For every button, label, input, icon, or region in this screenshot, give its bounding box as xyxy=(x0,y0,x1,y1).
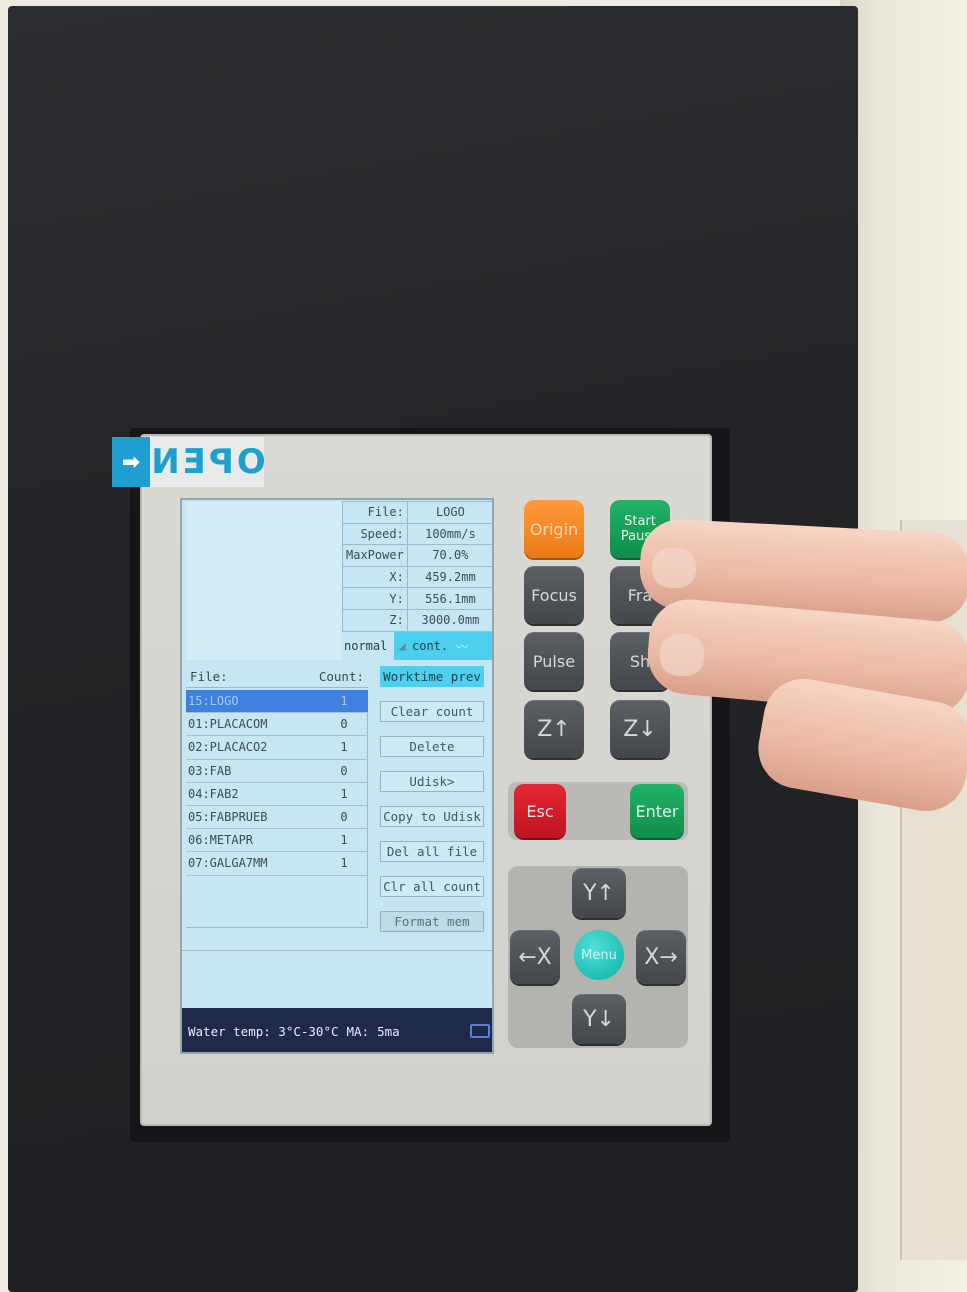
ma-value: 5ma xyxy=(377,1023,400,1039)
file-count: 0 xyxy=(340,717,348,732)
origin-button[interactable]: Origin xyxy=(524,500,584,558)
file-name: 05:FABPRUEB xyxy=(188,810,268,825)
lcd-divider xyxy=(182,950,492,951)
mode-status-row: normal ◢ cont. 〰 xyxy=(342,632,492,660)
file-count: 1 xyxy=(340,833,348,848)
mode-cont-label: cont. xyxy=(412,639,449,653)
wave-icon: 〰 xyxy=(456,639,469,654)
info-value: 556.1mm xyxy=(406,587,492,610)
file-row[interactable]: 01:PLACACOM 0 xyxy=(186,713,368,737)
z-down-button[interactable]: Z↓ xyxy=(610,700,670,758)
clear-count-button[interactable]: Clear count xyxy=(380,701,484,722)
info-label: File: xyxy=(342,501,408,524)
info-value: LOGO xyxy=(406,501,492,524)
file-row-selected[interactable]: 15:LOGO 1 xyxy=(186,690,368,714)
status-bar: Water temp: 3°C-30°C MA: 5ma xyxy=(182,1008,492,1052)
info-row-file: File: LOGO xyxy=(342,501,492,524)
info-row-y: Y: 556.1mm xyxy=(342,587,492,610)
udisk-button[interactable]: Udisk> xyxy=(380,771,484,792)
file-count: 1 xyxy=(340,740,348,755)
job-info-table: File: LOGO Speed: 100mm/s MaxPower 70.0% X:… xyxy=(342,501,492,632)
lcd-screen: File: LOGO Speed: 100mm/s MaxPower 70.0% X:… xyxy=(180,498,494,1054)
info-value: 100mm/s xyxy=(406,522,492,546)
file-name: 03:FAB xyxy=(188,763,232,778)
menu-button[interactable]: Menu xyxy=(574,930,624,980)
fingernail-index xyxy=(652,548,696,588)
info-value: 3000.0mm xyxy=(406,608,492,632)
file-list-header: File: Count: xyxy=(186,666,368,688)
fingernail-middle xyxy=(660,634,704,676)
job-preview-area xyxy=(186,502,342,660)
arrow-right-icon: ➡ xyxy=(112,437,150,487)
y-up-button[interactable]: Y↑ xyxy=(572,868,626,918)
open-label: OPEN xyxy=(148,437,266,487)
file-row[interactable]: 04:FAB2 1 xyxy=(186,783,368,806)
del-all-file-button[interactable]: Del all file xyxy=(380,841,484,862)
pulse-button[interactable]: Pulse xyxy=(524,632,584,690)
start-label: Start xyxy=(624,514,656,529)
file-count: 1 xyxy=(340,694,348,709)
usb-status-icon xyxy=(470,1024,490,1038)
format-mem-button[interactable]: Format mem xyxy=(380,911,484,932)
info-value: 459.2mm xyxy=(406,565,492,589)
y-down-button[interactable]: Y↓ xyxy=(572,994,626,1044)
file-count: 1 xyxy=(340,786,348,801)
info-label: MaxPower xyxy=(342,544,408,567)
file-name: 07:GALGA7MM xyxy=(188,856,268,871)
clr-all-count-button[interactable]: Clr all count xyxy=(380,876,484,897)
file-list: 15:LOGO 1 01:PLACACOM 0 02:PLACACO2 1 03:FA… xyxy=(186,690,368,876)
info-label: Speed: xyxy=(342,522,408,546)
info-label: Z: xyxy=(342,608,408,632)
open-sticker: ➡ OPEN xyxy=(112,437,266,487)
ma-label: MA: xyxy=(346,1023,370,1039)
file-row[interactable]: 07:GALGA7MM 1 xyxy=(186,852,368,876)
file-row[interactable]: 05:FABPRUEB 0 xyxy=(186,806,368,830)
count-column-header: Count: xyxy=(318,669,364,684)
file-name: 15:LOGO xyxy=(188,694,239,709)
file-row[interactable]: 02:PLACACO2 1 xyxy=(186,736,368,760)
file-row[interactable]: 03:FAB 0 xyxy=(186,760,368,783)
enter-button[interactable]: Enter xyxy=(630,784,684,838)
file-count: 0 xyxy=(340,810,348,825)
file-column-header: File: xyxy=(190,669,228,684)
file-name: 06:METAPR xyxy=(188,833,254,848)
file-count: 1 xyxy=(340,856,348,871)
copy-to-udisk-button[interactable]: Copy to Udisk xyxy=(380,806,484,827)
delete-button[interactable]: Delete xyxy=(380,736,484,757)
info-value: 70.0% xyxy=(406,544,492,567)
esc-button[interactable]: Esc xyxy=(514,784,566,838)
water-temp-label: Water temp: 3°C-30°C xyxy=(188,1023,339,1039)
focus-button[interactable]: Focus xyxy=(524,566,584,624)
info-label: Y: xyxy=(342,587,408,610)
worktime-prev-button[interactable]: Worktime prev xyxy=(380,666,484,687)
info-row-x: X: 459.2mm xyxy=(342,565,492,589)
info-row-maxpower: MaxPower 70.0% xyxy=(342,544,492,567)
info-row-z: Z: 3000.0mm xyxy=(342,608,492,632)
mode-separator-icon: ◢ xyxy=(398,639,406,653)
file-name: 04:FAB2 xyxy=(188,786,239,801)
file-menu: Worktime prev Clear count Delete Udisk> … xyxy=(380,666,484,946)
file-name: 01:PLACACOM xyxy=(188,717,268,732)
file-count: 0 xyxy=(340,763,348,778)
mode-normal-label: normal xyxy=(342,632,394,660)
z-up-button[interactable]: Z↑ xyxy=(524,700,584,758)
info-row-speed: Speed: 100mm/s xyxy=(342,522,492,546)
x-right-button[interactable]: X→ xyxy=(636,930,686,984)
info-label: X: xyxy=(342,565,408,589)
file-name: 02:PLACACO2 xyxy=(188,740,268,755)
x-left-button[interactable]: ←X xyxy=(510,930,560,984)
file-row[interactable]: 06:METAPR 1 xyxy=(186,829,368,853)
